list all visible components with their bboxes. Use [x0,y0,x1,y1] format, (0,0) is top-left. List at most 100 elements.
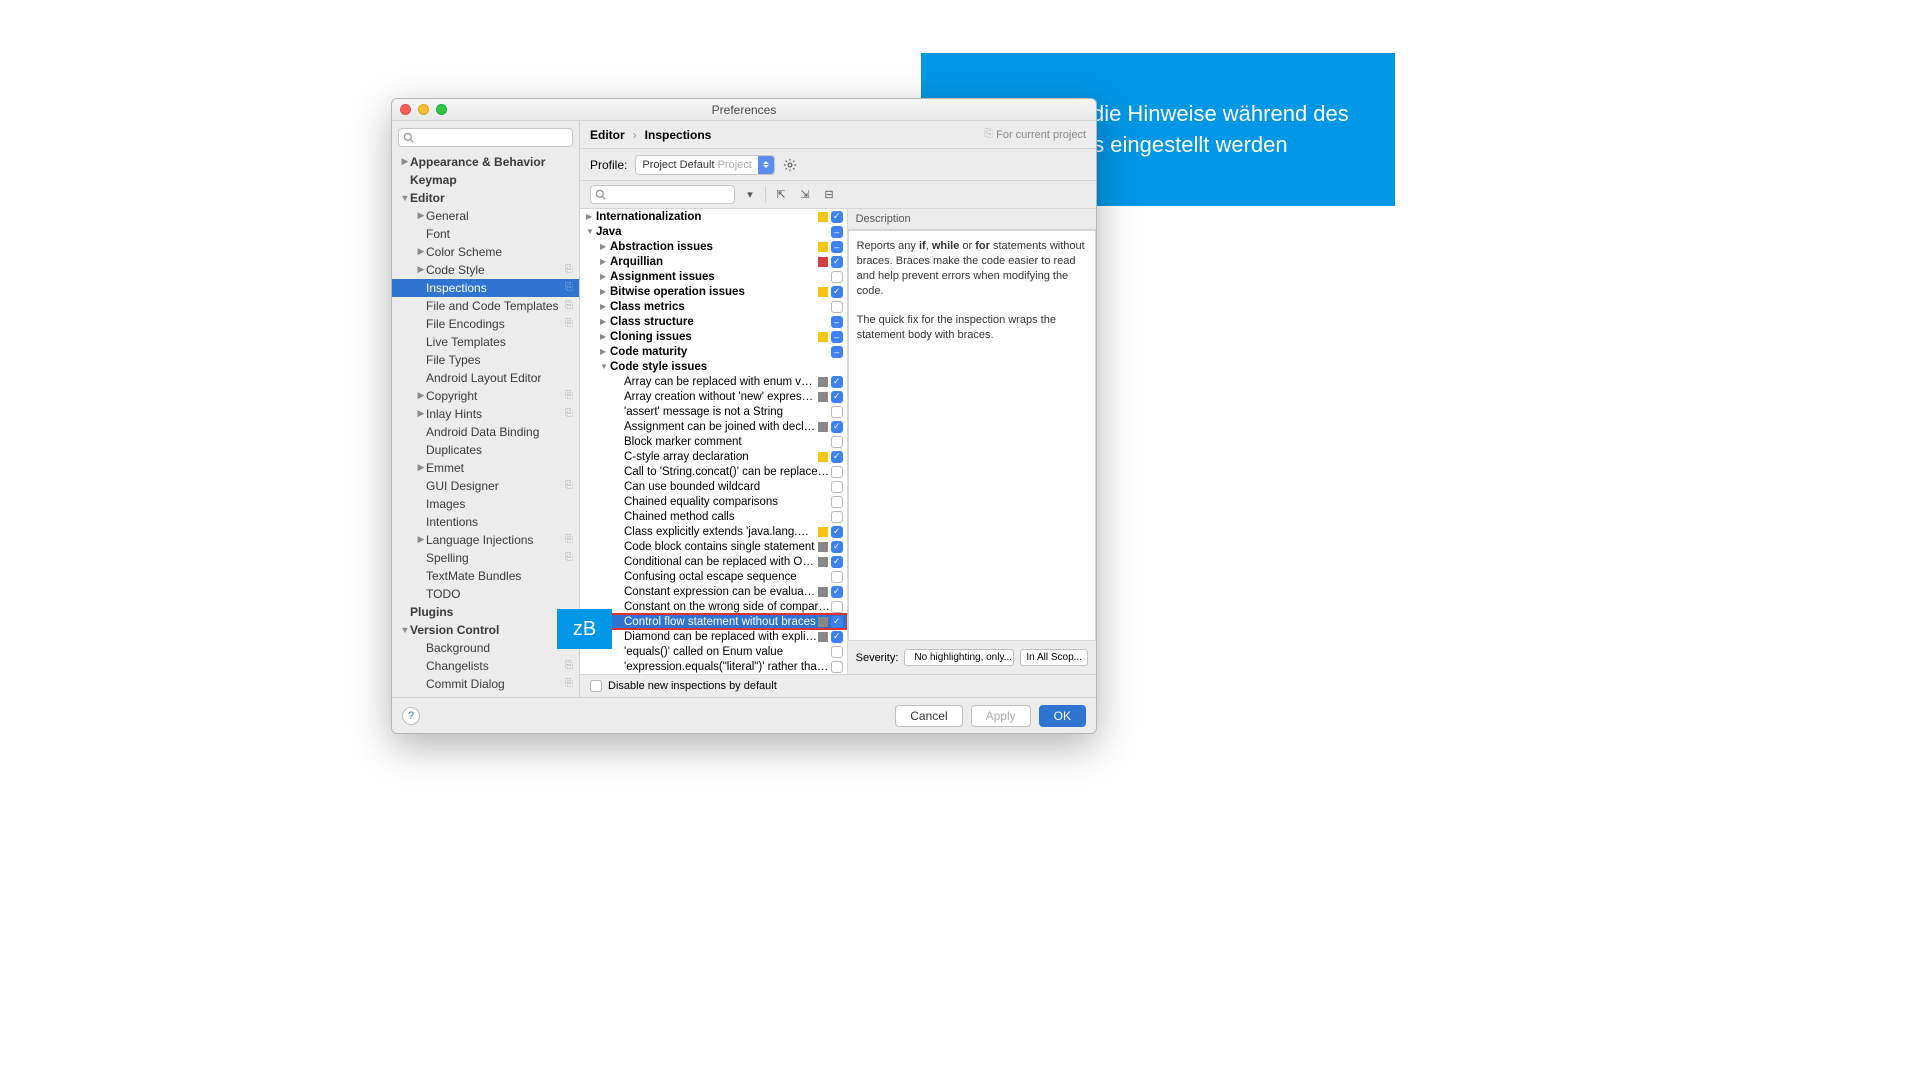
inspection-checkbox[interactable]: ✓ [831,586,843,598]
sidebar-item[interactable]: Plugins [392,603,579,621]
inspection-row[interactable]: Call to 'String.concat()' can be replace… [580,464,847,479]
scope-combo[interactable]: In All Scop... [1020,649,1088,666]
apply-button[interactable]: Apply [971,705,1031,727]
inspection-row[interactable]: Can use bounded wildcard [580,479,847,494]
sidebar-item[interactable]: Intentions [392,513,579,531]
sidebar-item[interactable]: TODO [392,585,579,603]
inspection-checkbox[interactable] [831,571,843,583]
sidebar-item[interactable]: Android Data Binding [392,423,579,441]
sidebar-item[interactable]: ▶Emmet [392,459,579,477]
inspection-row[interactable]: Constant on the wrong side of comparison [580,599,847,614]
inspection-row[interactable]: Chained equality comparisons [580,494,847,509]
filter-icon[interactable]: ▾ [741,186,759,204]
ok-button[interactable]: OK [1039,705,1086,727]
sidebar-item[interactable]: Images [392,495,579,513]
inspection-row[interactable]: ▶Code maturity– [580,344,847,359]
inspection-checkbox[interactable]: ✓ [831,451,843,463]
inspection-checkbox[interactable] [831,481,843,493]
inspection-checkbox[interactable]: ✓ [831,541,843,553]
gear-icon[interactable] [783,158,797,172]
inspection-row[interactable]: Array can be replaced with enum values✓ [580,374,847,389]
sidebar-item[interactable]: Font [392,225,579,243]
inspection-checkbox[interactable]: – [831,316,843,328]
reset-icon[interactable]: ⊟ [820,186,838,204]
expand-all-icon[interactable]: ⇱ [772,186,790,204]
sidebar-item[interactable]: ▶Inlay Hints⎘ [392,405,579,423]
sidebar-item[interactable]: ▶Appearance & Behavior [392,153,579,171]
inspection-checkbox[interactable]: ✓ [831,256,843,268]
inspection-row[interactable]: 'expression.equals("literal")' rather th… [580,659,847,674]
inspection-checkbox[interactable] [831,496,843,508]
inspection-row[interactable]: 'equals()' called on Enum value [580,644,847,659]
inspection-row[interactable]: Array creation without 'new' expression✓ [580,389,847,404]
inspection-checkbox[interactable]: ✓ [831,556,843,568]
inspection-row[interactable]: Code block contains single statement✓ [580,539,847,554]
sidebar-item[interactable]: Live Templates [392,333,579,351]
sidebar-item[interactable]: File Encodings⎘ [392,315,579,333]
cancel-button[interactable]: Cancel [895,705,962,727]
inspection-row[interactable]: ▶Internationalization✓ [580,209,847,224]
inspection-checkbox[interactable] [831,466,843,478]
search-input[interactable] [398,128,573,147]
sidebar-item[interactable]: GUI Designer⎘ [392,477,579,495]
inspection-checkbox[interactable] [831,601,843,613]
inspection-checkbox[interactable] [831,511,843,523]
sidebar-item[interactable]: Spelling⎘ [392,549,579,567]
severity-combo[interactable]: No highlighting, only... [904,649,1014,666]
inspection-row[interactable]: Diamond can be replaced with explicit ty… [580,629,847,644]
inspection-checkbox[interactable] [831,646,843,658]
inspection-row[interactable]: C-style array declaration✓ [580,449,847,464]
inspection-row[interactable]: Block marker comment [580,434,847,449]
inspection-row[interactable]: ▶Abstraction issues– [580,239,847,254]
inspection-checkbox[interactable] [831,301,843,313]
inspection-row[interactable]: ▶Bitwise operation issues✓ [580,284,847,299]
inspection-checkbox[interactable] [831,406,843,418]
sidebar-item[interactable]: File Types [392,351,579,369]
inspection-checkbox[interactable]: ✓ [831,631,843,643]
sidebar-item[interactable]: ▶Color Scheme [392,243,579,261]
inspection-row[interactable]: Control flow statement without braces✓ [580,614,847,629]
sidebar-item[interactable]: ▼Version Control⎘ [392,621,579,639]
inspection-row[interactable]: Chained method calls [580,509,847,524]
settings-tree[interactable]: ▶Appearance & BehaviorKeymap▼Editor▶Gene… [392,153,579,698]
inspection-row[interactable]: Conditional can be replaced with Optiona… [580,554,847,569]
sidebar-item[interactable]: ▶Copyright⎘ [392,387,579,405]
inspection-row[interactable]: ▼Java– [580,224,847,239]
inspection-checkbox[interactable]: – [831,226,843,238]
profile-combo[interactable]: Project Default Project [635,155,774,175]
inspection-row[interactable]: Assignment can be joined with declaratio… [580,419,847,434]
inspection-row[interactable]: Constant expression can be evaluated✓ [580,584,847,599]
inspection-checkbox[interactable] [831,661,843,673]
sidebar-item[interactable]: File and Code Templates⎘ [392,297,579,315]
inspection-row[interactable]: ▶Class structure– [580,314,847,329]
inspection-checkbox[interactable]: ✓ [831,391,843,403]
sidebar-item[interactable]: ▼Editor [392,189,579,207]
sidebar-item[interactable]: Commit Dialog⎘ [392,675,579,693]
inspection-tree[interactable]: ▶Internationalization✓▼Java–▶Abstraction… [580,209,848,674]
sidebar-item[interactable]: Android Layout Editor [392,369,579,387]
sidebar-item[interactable]: ▶General [392,207,579,225]
inspection-checkbox[interactable]: ✓ [831,526,843,538]
crumb-editor[interactable]: Editor [590,128,625,142]
sidebar-item[interactable]: Keymap [392,171,579,189]
sidebar-item[interactable]: TextMate Bundles [392,567,579,585]
inspection-row[interactable]: 'assert' message is not a String [580,404,847,419]
inspection-row[interactable]: ▶Cloning issues– [580,329,847,344]
sidebar-item[interactable]: ▶Language Injections⎘ [392,531,579,549]
inspection-row[interactable]: Class explicitly extends 'java.lang.Obje… [580,524,847,539]
sidebar-item[interactable]: ▶Code Style⎘ [392,261,579,279]
sidebar-item[interactable]: Inspections⎘ [392,279,579,297]
inspection-row[interactable]: Confusing octal escape sequence [580,569,847,584]
collapse-all-icon[interactable]: ⇲ [796,186,814,204]
inspection-checkbox[interactable]: ✓ [831,616,843,628]
inspection-checkbox[interactable] [831,436,843,448]
inspection-row[interactable]: ▶Arquillian✓ [580,254,847,269]
inspection-checkbox[interactable]: – [831,346,843,358]
inspection-row[interactable]: ▶Class metrics [580,299,847,314]
inspection-row[interactable]: ▼Code style issues [580,359,847,374]
inspection-checkbox[interactable]: – [831,241,843,253]
sidebar-item[interactable]: Duplicates [392,441,579,459]
inspection-row[interactable]: ▶Assignment issues [580,269,847,284]
inspection-search-input[interactable] [590,185,735,204]
inspection-checkbox[interactable] [831,271,843,283]
